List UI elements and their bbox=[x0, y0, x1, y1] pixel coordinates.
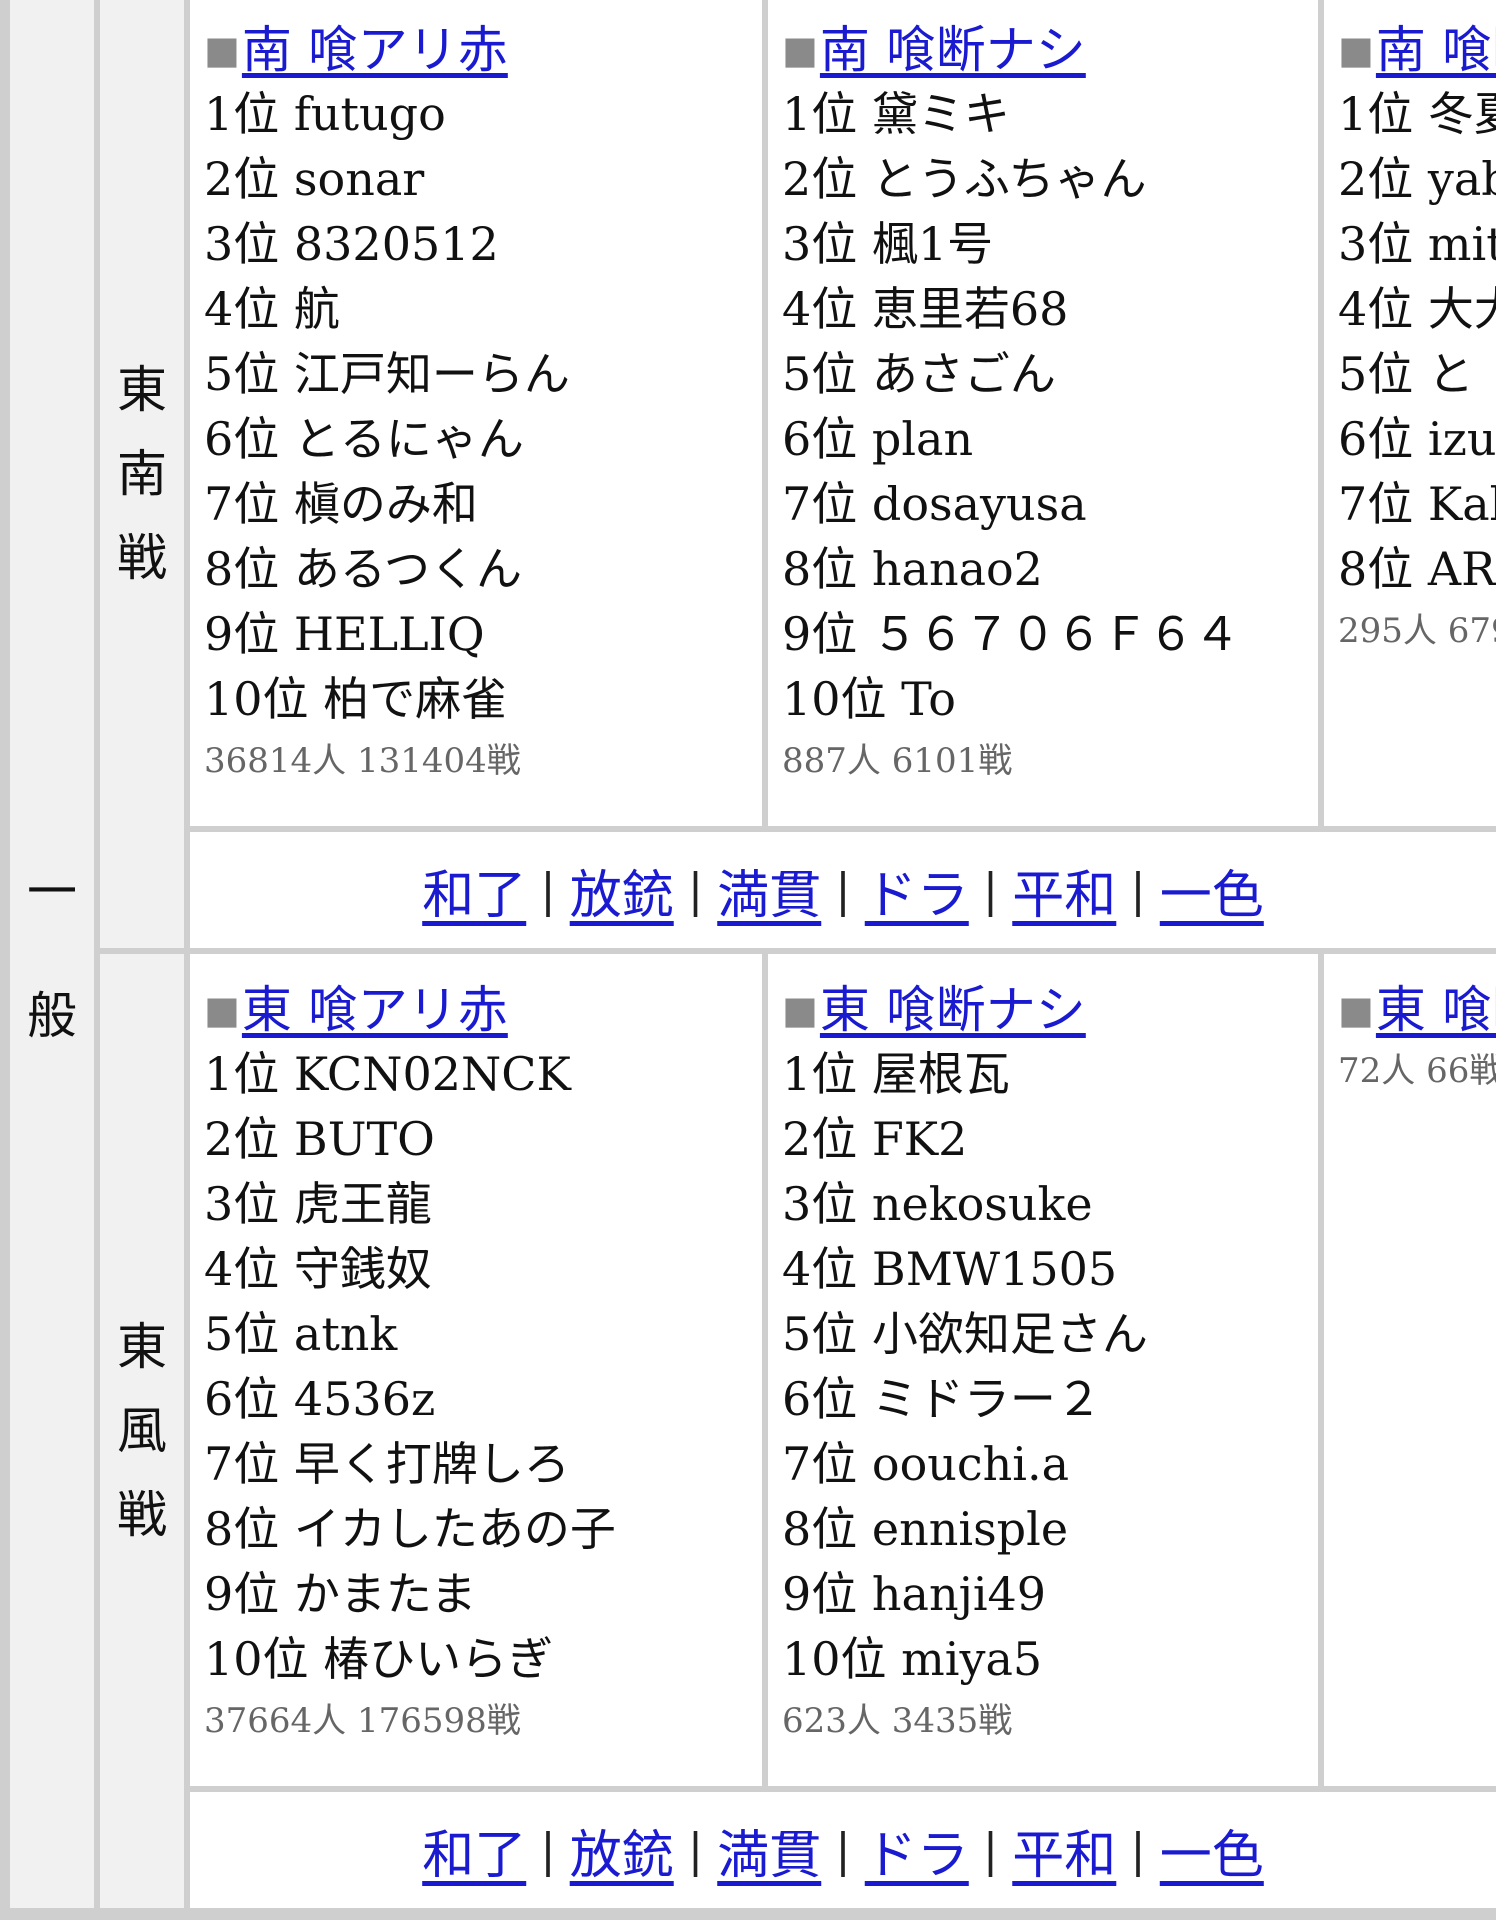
square-bullet-icon: ■ bbox=[204, 28, 240, 72]
player-count-stat: 887人 6101戦 bbox=[782, 741, 1013, 781]
player-count-stat: 623人 3435戦 bbox=[782, 1701, 1013, 1741]
list-item: 1位 屋根瓦 bbox=[782, 1047, 1010, 1101]
rank-list: 1位 冬夏 2位 yab 3位 mit 4位 大大 5位 と 6位 izu 7位… bbox=[1338, 82, 1496, 602]
list-item: 1位 futugo bbox=[204, 87, 446, 141]
list-item: 7位 oouchi.a bbox=[782, 1437, 1070, 1491]
player-count-stat: 295人 679 bbox=[1338, 611, 1496, 651]
list-item: 5位 あさごん bbox=[782, 347, 1056, 401]
list-item: 6位 とるにゃん bbox=[204, 412, 524, 466]
ranking-title-link[interactable]: 東 喰断ナシ bbox=[820, 981, 1086, 1039]
ranking-table: 一 般 東 南 戦 東 風 戦 ■南 喰アリ赤 1位 futugo 2位 son… bbox=[0, 0, 1496, 1920]
player-count-stat: 72人 66戦 bbox=[1338, 1051, 1496, 1091]
link-isshoku[interactable]: 一色 bbox=[1160, 1813, 1264, 1888]
list-item: 8位 ennisple bbox=[782, 1502, 1069, 1556]
ranking-title-link[interactable]: 南 喰断 bbox=[1376, 21, 1496, 79]
list-item: 8位 hanao2 bbox=[782, 542, 1043, 596]
list-item: 6位 plan bbox=[782, 412, 974, 466]
stat-links-bar: 和了 | 放銃 | 満貫 | ドラ | 平和 | 一色 bbox=[190, 1792, 1496, 1908]
list-item: 10位 椿ひいらぎ bbox=[204, 1632, 554, 1686]
square-bullet-icon: ■ bbox=[204, 988, 240, 1032]
link-agari[interactable]: 和了 bbox=[422, 1813, 526, 1888]
ranking-title-link[interactable]: 南 喰断ナシ bbox=[820, 21, 1086, 79]
list-item: 1位 KCN02NCK bbox=[204, 1047, 571, 1101]
list-item: 6位 ミドラー２ bbox=[782, 1372, 1102, 1426]
player-count-stat: 36814人 131404戦 bbox=[204, 741, 521, 781]
list-item: 5位 江戸知ーらん bbox=[204, 347, 570, 401]
list-item: 2位 yab bbox=[1338, 152, 1496, 206]
link-houjuu[interactable]: 放銃 bbox=[570, 853, 674, 928]
rank-list: 1位 屋根瓦 2位 FK2 3位 nekosuke 4位 BMW1505 5位 … bbox=[782, 1042, 1148, 1692]
ranking-title-link[interactable]: 南 喰アリ赤 bbox=[242, 21, 508, 79]
ranking-cell: ■東 喰断ナシ 1位 屋根瓦 2位 FK2 3位 nekosuke 4位 BMW… bbox=[782, 978, 1148, 1748]
list-item: 8位 AR bbox=[1338, 542, 1496, 596]
section-label-tonpu: 東 風 戦 bbox=[117, 1318, 167, 1544]
rank-list: 1位 futugo 2位 sonar 3位 8320512 4位 航 5位 江戸… bbox=[204, 82, 570, 732]
list-item: 7位 dosayusa bbox=[782, 477, 1087, 531]
list-item: 3位 nekosuke bbox=[782, 1177, 1093, 1231]
square-bullet-icon: ■ bbox=[1338, 988, 1374, 1032]
list-item: 10位 miya5 bbox=[782, 1632, 1043, 1686]
ranking-cell: ■南 喰断 1位 冬夏 2位 yab 3位 mit 4位 大大 5位 と 6位 … bbox=[1338, 18, 1496, 658]
square-bullet-icon: ■ bbox=[1338, 28, 1374, 72]
link-dora[interactable]: ドラ bbox=[865, 853, 969, 928]
list-item: 7位 槇のみ和 bbox=[204, 477, 478, 531]
list-item: 3位 楓1号 bbox=[782, 217, 994, 271]
list-item: 9位 hanji49 bbox=[782, 1567, 1047, 1621]
link-mangan[interactable]: 満貫 bbox=[717, 1813, 821, 1888]
list-item: 10位 To bbox=[782, 672, 956, 726]
list-item: 8位 イカしたあの子 bbox=[204, 1502, 616, 1556]
list-item: 5位 小欲知足さん bbox=[782, 1307, 1148, 1361]
link-agari[interactable]: 和了 bbox=[422, 853, 526, 928]
rank-list: 1位 黛ミキ 2位 とうふちゃん 3位 楓1号 4位 恵里若68 5位 あさごん… bbox=[782, 82, 1240, 732]
ranking-cell: ■東 喰断 72人 66戦 bbox=[1338, 978, 1496, 1098]
stat-links-bar: 和了 | 放銃 | 満貫 | ドラ | 平和 | 一色 bbox=[190, 832, 1496, 948]
rank-list: 1位 KCN02NCK 2位 BUTO 3位 虎王龍 4位 守銭奴 5位 atn… bbox=[204, 1042, 616, 1692]
list-item: 2位 BUTO bbox=[204, 1112, 435, 1166]
list-item: 3位 8320512 bbox=[204, 217, 499, 271]
list-item: 7位 Kal bbox=[1338, 477, 1496, 531]
ranking-cell: ■南 喰アリ赤 1位 futugo 2位 sonar 3位 8320512 4位… bbox=[204, 18, 570, 788]
list-item: 6位 izu bbox=[1338, 412, 1496, 466]
list-item: 6位 4536z bbox=[204, 1372, 436, 1426]
list-item: 5位 と bbox=[1338, 347, 1474, 401]
list-item: 2位 FK2 bbox=[782, 1112, 968, 1166]
list-item: 2位 とうふちゃん bbox=[782, 152, 1147, 206]
list-item: 1位 冬夏 bbox=[1338, 87, 1496, 141]
player-count-stat: 37664人 176598戦 bbox=[204, 1701, 521, 1741]
list-item: 10位 柏で麻雀 bbox=[204, 672, 508, 726]
list-item: 9位 HELLIQ bbox=[204, 607, 485, 661]
list-item: 4位 守銭奴 bbox=[204, 1242, 432, 1296]
list-item: 5位 atnk bbox=[204, 1307, 398, 1361]
square-bullet-icon: ■ bbox=[782, 28, 818, 72]
square-bullet-icon: ■ bbox=[782, 988, 818, 1032]
list-item: 7位 早く打牌しろ bbox=[204, 1437, 570, 1491]
list-item: 1位 黛ミキ bbox=[782, 87, 1010, 141]
link-houjuu[interactable]: 放銃 bbox=[570, 1813, 674, 1888]
category-label: 一 般 bbox=[27, 863, 77, 1045]
list-item: 9位 ５６７０６Ｆ６４ bbox=[782, 607, 1240, 661]
ranking-title-link[interactable]: 東 喰断 bbox=[1376, 981, 1496, 1039]
list-item: 8位 あるつくん bbox=[204, 542, 523, 596]
list-item: 3位 虎王龍 bbox=[204, 1177, 432, 1231]
list-item: 9位 かまたま bbox=[204, 1567, 477, 1621]
list-item: 3位 mit bbox=[1338, 217, 1496, 271]
link-mangan[interactable]: 満貫 bbox=[717, 853, 821, 928]
list-item: 4位 航 bbox=[204, 282, 340, 336]
list-item: 4位 BMW1505 bbox=[782, 1242, 1118, 1296]
list-item: 4位 恵里若68 bbox=[782, 282, 1069, 336]
list-item: 2位 sonar bbox=[204, 152, 425, 206]
link-pinfu[interactable]: 平和 bbox=[1012, 853, 1116, 928]
link-dora[interactable]: ドラ bbox=[865, 1813, 969, 1888]
link-isshoku[interactable]: 一色 bbox=[1160, 853, 1264, 928]
ranking-cell: ■南 喰断ナシ 1位 黛ミキ 2位 とうふちゃん 3位 楓1号 4位 恵里若68… bbox=[782, 18, 1240, 788]
link-pinfu[interactable]: 平和 bbox=[1012, 1813, 1116, 1888]
list-item: 4位 大大 bbox=[1338, 282, 1496, 336]
section-label-tonan: 東 南 戦 bbox=[117, 361, 167, 587]
ranking-cell: ■東 喰アリ赤 1位 KCN02NCK 2位 BUTO 3位 虎王龍 4位 守銭… bbox=[204, 978, 616, 1748]
ranking-title-link[interactable]: 東 喰アリ赤 bbox=[242, 981, 508, 1039]
